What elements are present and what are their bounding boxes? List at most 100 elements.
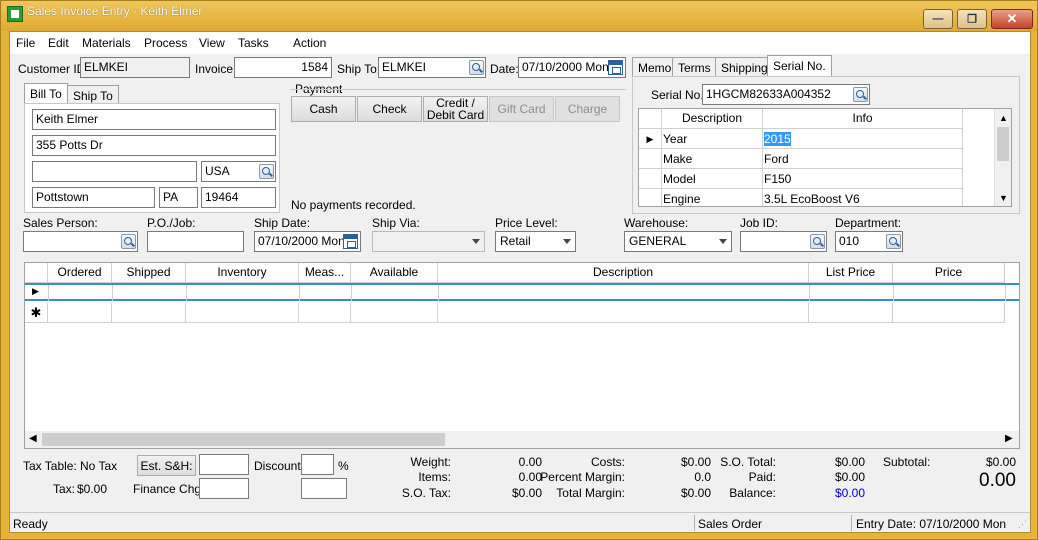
col-measure[interactable]: Meas... — [299, 263, 351, 283]
menu-view[interactable]: View — [199, 36, 225, 50]
est-sh-button[interactable]: Est. S&H: — [137, 455, 196, 476]
menu-edit[interactable]: Edit — [48, 36, 69, 50]
line-items-grid: Ordered Shipped Inventory Meas... Availa… — [24, 262, 1020, 449]
scroll-thumb[interactable] — [42, 433, 445, 446]
date-calendar-icon[interactable] — [608, 60, 623, 75]
department-lookup-icon[interactable] — [886, 234, 901, 249]
new-row-cell[interactable] — [186, 303, 299, 323]
scroll-left-icon[interactable]: ◀ — [29, 433, 37, 444]
job-id-lookup-icon[interactable] — [810, 234, 825, 249]
col-price[interactable]: Price — [893, 263, 1005, 283]
app-window: Sales Invoice Entry - Keith Elmer — ❐ ✕ … — [0, 0, 1038, 540]
col-inventory[interactable]: Inventory — [186, 263, 299, 283]
serial-grid-scrollbar[interactable]: ▲ ▼ — [994, 109, 1011, 206]
menu-tasks[interactable]: Tasks — [238, 36, 269, 50]
grid-horizontal-scrollbar[interactable]: ◀ ▶ — [25, 431, 1019, 448]
ship-date-calendar-icon[interactable] — [343, 234, 358, 249]
price-level-dropdown[interactable]: Retail — [495, 231, 576, 252]
new-row-cell[interactable] — [438, 303, 809, 323]
scroll-down-icon[interactable]: ▼ — [999, 193, 1008, 203]
discount-percent-field[interactable] — [301, 454, 334, 475]
restore-icon: ❐ — [967, 13, 977, 26]
menu-materials[interactable]: Materials — [82, 36, 131, 50]
menu-action[interactable]: Action — [293, 36, 326, 50]
tab-memo[interactable]: Memo — [632, 57, 678, 77]
scroll-thumb[interactable] — [997, 127, 1009, 161]
po-job-field[interactable] — [147, 231, 244, 252]
status-mode: Sales Order — [698, 517, 763, 531]
col-shipped[interactable]: Shipped — [112, 263, 186, 283]
serial-col-description: Description — [662, 109, 763, 129]
chevron-down-icon — [472, 239, 480, 244]
col-list-price[interactable]: List Price — [809, 263, 893, 283]
gift-card-button[interactable]: Gift Card — [489, 96, 554, 122]
bill-to-zip-field[interactable]: 19464 — [201, 187, 276, 208]
new-row-cell[interactable] — [48, 303, 112, 323]
price-level-label: Price Level: — [495, 216, 558, 230]
invoice-field[interactable]: 1584 — [234, 57, 332, 78]
serial-row-desc: Make — [662, 149, 763, 169]
bill-to-city-field[interactable]: Pottstown — [32, 187, 155, 208]
restore-button[interactable]: ❐ — [957, 9, 987, 29]
total-margin-value: $0.00 — [680, 486, 711, 500]
customer-id-field[interactable]: ELMKEI — [80, 57, 190, 78]
new-row-cell[interactable] — [299, 303, 351, 323]
serial-row-info-selected[interactable]: 2015 — [764, 132, 791, 146]
serial-row-info[interactable]: 3.5L EcoBoost V6 — [763, 189, 963, 206]
title-bar[interactable]: Sales Invoice Entry - Keith Elmer — ❐ ✕ — [1, 1, 1037, 31]
paid-label: Paid: — [748, 470, 776, 484]
minimize-button[interactable]: — — [923, 9, 953, 29]
resize-grip-icon[interactable]: ⋰ — [1018, 519, 1027, 530]
serial-grid-corner — [639, 109, 662, 129]
tab-shipping[interactable]: Shipping — [715, 57, 774, 77]
tab-ship-to[interactable]: Ship To — [67, 85, 119, 105]
credit-debit-button[interactable]: Credit / Debit Card — [423, 96, 488, 122]
serial-row-info[interactable]: F150 — [763, 169, 963, 189]
bill-to-address1-field[interactable]: 355 Potts Dr — [32, 135, 276, 156]
cash-button[interactable]: Cash — [291, 96, 356, 122]
bill-to-address2-field[interactable] — [32, 161, 197, 182]
sales-person-lookup-icon[interactable] — [121, 234, 136, 249]
discount-amount-field[interactable] — [301, 478, 347, 499]
new-row-cell[interactable] — [112, 303, 186, 323]
country-lookup-icon[interactable] — [259, 164, 274, 179]
menu-file[interactable]: File — [16, 36, 35, 50]
percent-margin-label: Percent Margin: — [540, 470, 625, 484]
row-selector[interactable] — [639, 169, 662, 189]
serial-no-field[interactable]: 1HGCM82633A004352 — [702, 84, 870, 105]
new-row-cell[interactable] — [809, 303, 893, 323]
col-description[interactable]: Description — [438, 263, 809, 283]
col-ordered[interactable]: Ordered — [48, 263, 112, 283]
finance-chg-field[interactable] — [199, 478, 249, 499]
ship-via-dropdown[interactable] — [372, 231, 485, 252]
tab-terms[interactable]: Terms — [672, 57, 717, 77]
col-divider — [351, 285, 352, 301]
tab-bill-to[interactable]: Bill To — [24, 83, 68, 105]
window-title: Sales Invoice Entry - Keith Elmer — [27, 4, 203, 18]
table-row-current[interactable] — [25, 283, 1019, 301]
scroll-up-icon[interactable]: ▲ — [999, 113, 1008, 123]
tab-serial-no[interactable]: Serial No. — [767, 55, 832, 77]
bill-to-name-field[interactable]: Keith Elmer — [32, 109, 276, 130]
serial-lookup-icon[interactable] — [853, 87, 868, 102]
ship-to-lookup-icon[interactable] — [469, 60, 484, 75]
charge-button[interactable]: Charge — [555, 96, 620, 122]
bill-to-state-field[interactable]: PA — [159, 187, 198, 208]
weight-label: Weight: — [410, 455, 451, 469]
scroll-right-icon[interactable]: ▶ — [1005, 433, 1013, 444]
warehouse-dropdown[interactable]: GENERAL — [624, 231, 732, 252]
serial-row-info[interactable]: Ford — [763, 149, 963, 169]
menu-process[interactable]: Process — [144, 36, 187, 50]
col-available[interactable]: Available — [351, 263, 438, 283]
row-selector[interactable] — [639, 189, 662, 206]
close-button[interactable]: ✕ — [991, 9, 1033, 29]
col-divider — [186, 285, 187, 301]
menu-bar: File Edit Materials Process View Tasks A… — [10, 32, 1030, 54]
tax-label: Tax: — [53, 482, 76, 496]
row-selector[interactable] — [639, 149, 662, 169]
serial-row-info[interactable]: 2015 — [763, 129, 963, 149]
new-row-cell[interactable] — [351, 303, 438, 323]
est-sh-field[interactable] — [199, 454, 249, 475]
new-row-cell[interactable] — [893, 303, 1005, 323]
check-button[interactable]: Check — [357, 96, 422, 122]
